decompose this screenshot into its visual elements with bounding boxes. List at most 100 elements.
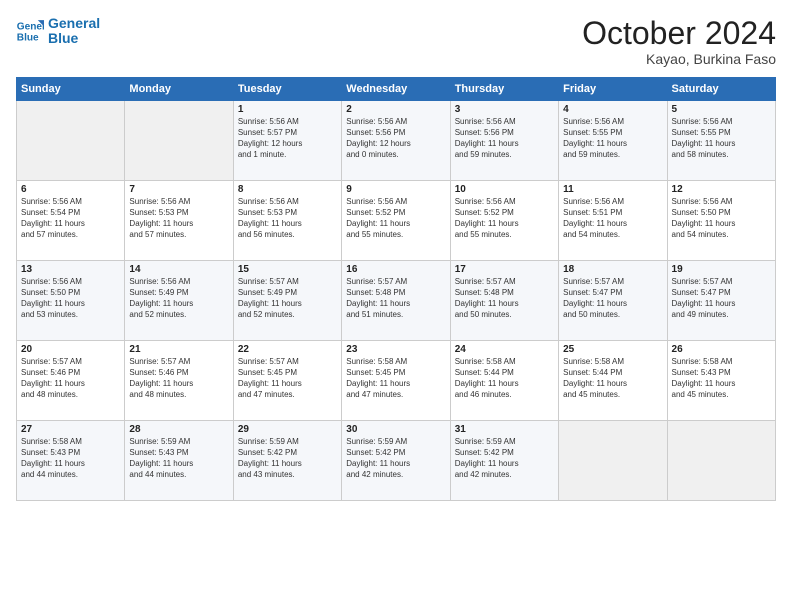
col-wednesday: Wednesday (342, 78, 450, 101)
day-info: Sunrise: 5:56 AM Sunset: 5:57 PM Dayligh… (238, 117, 337, 160)
week-row-1: 1 Sunrise: 5:56 AM Sunset: 5:57 PM Daylig… (17, 101, 776, 181)
day-cell: 27Sunrise: 5:58 AM Sunset: 5:43 PM Dayli… (17, 421, 125, 501)
day-cell: 18Sunrise: 5:57 AM Sunset: 5:47 PM Dayli… (559, 261, 667, 341)
day-info: Sunrise: 5:58 AM Sunset: 5:44 PM Dayligh… (455, 357, 554, 400)
day-info: Sunrise: 5:59 AM Sunset: 5:42 PM Dayligh… (346, 437, 445, 480)
day-cell: 30 Sunrise: 5:59 AM Sunset: 5:42 PM Dayli… (342, 421, 450, 501)
day-number: 7 (129, 184, 228, 195)
day-cell: 10Sunrise: 5:56 AM Sunset: 5:52 PM Dayli… (450, 181, 558, 261)
day-number: 1 (238, 104, 337, 115)
day-number: 19 (672, 264, 771, 275)
day-cell: 22 Sunrise: 5:57 AM Sunset: 5:45 PM Dayli… (233, 341, 341, 421)
day-number: 12 (672, 184, 771, 195)
day-cell: 17Sunrise: 5:57 AM Sunset: 5:48 PM Dayli… (450, 261, 558, 341)
logo-line1: General (48, 16, 100, 31)
col-sunday: Sunday (17, 78, 125, 101)
col-monday: Monday (125, 78, 233, 101)
day-number: 3 (455, 104, 554, 115)
calendar-table: Sunday Monday Tuesday Wednesday Thursday… (16, 77, 776, 501)
day-number: 4 (563, 104, 662, 115)
day-number: 14 (129, 264, 228, 275)
day-number: 11 (563, 184, 662, 195)
day-cell: 6Sunrise: 5:56 AM Sunset: 5:54 PM Daylig… (17, 181, 125, 261)
day-number: 5 (672, 104, 771, 115)
svg-text:General: General (17, 22, 44, 33)
day-number: 26 (672, 344, 771, 355)
day-info: Sunrise: 5:56 AM Sunset: 5:53 PM Dayligh… (238, 197, 337, 240)
day-cell: 7 Sunrise: 5:56 AM Sunset: 5:53 PM Daylig… (125, 181, 233, 261)
day-info: Sunrise: 5:56 AM Sunset: 5:52 PM Dayligh… (455, 197, 554, 240)
logo-line2: Blue (48, 31, 100, 46)
title-block: October 2024 Kayao, Burkina Faso (582, 16, 776, 67)
day-number: 30 (346, 424, 445, 435)
day-number: 17 (455, 264, 554, 275)
day-cell: 8 Sunrise: 5:56 AM Sunset: 5:53 PM Daylig… (233, 181, 341, 261)
day-cell: 9 Sunrise: 5:56 AM Sunset: 5:52 PM Daylig… (342, 181, 450, 261)
day-cell: 29Sunrise: 5:59 AM Sunset: 5:42 PM Dayli… (233, 421, 341, 501)
day-number: 31 (455, 424, 554, 435)
header-row: Sunday Monday Tuesday Wednesday Thursday… (17, 78, 776, 101)
day-cell: 28 Sunrise: 5:59 AM Sunset: 5:43 PM Dayli… (125, 421, 233, 501)
day-cell: 13 Sunrise: 5:56 AM Sunset: 5:50 PM Dayli… (17, 261, 125, 341)
day-number: 21 (129, 344, 228, 355)
week-row-2: 6Sunrise: 5:56 AM Sunset: 5:54 PM Daylig… (17, 181, 776, 261)
day-cell: 25 Sunrise: 5:58 AM Sunset: 5:44 PM Dayli… (559, 341, 667, 421)
day-info: Sunrise: 5:56 AM Sunset: 5:50 PM Dayligh… (21, 277, 120, 320)
day-info: Sunrise: 5:56 AM Sunset: 5:55 PM Dayligh… (563, 117, 662, 160)
header: General Blue General Blue October 2024 K… (16, 16, 776, 67)
day-info: Sunrise: 5:58 AM Sunset: 5:43 PM Dayligh… (21, 437, 120, 480)
week-row-4: 20 Sunrise: 5:57 AM Sunset: 5:46 PM Dayli… (17, 341, 776, 421)
col-friday: Friday (559, 78, 667, 101)
day-info: Sunrise: 5:59 AM Sunset: 5:42 PM Dayligh… (455, 437, 554, 480)
day-info: Sunrise: 5:59 AM Sunset: 5:42 PM Dayligh… (238, 437, 337, 480)
logo: General Blue General Blue (16, 16, 100, 47)
day-number: 23 (346, 344, 445, 355)
day-info: Sunrise: 5:57 AM Sunset: 5:45 PM Dayligh… (238, 357, 337, 400)
day-info: Sunrise: 5:56 AM Sunset: 5:49 PM Dayligh… (129, 277, 228, 320)
day-cell: 14 Sunrise: 5:56 AM Sunset: 5:49 PM Dayli… (125, 261, 233, 341)
day-cell: 5 Sunrise: 5:56 AM Sunset: 5:55 PM Daylig… (667, 101, 775, 181)
day-info: Sunrise: 5:57 AM Sunset: 5:49 PM Dayligh… (238, 277, 337, 320)
day-info: Sunrise: 5:56 AM Sunset: 5:52 PM Dayligh… (346, 197, 445, 240)
day-info: Sunrise: 5:56 AM Sunset: 5:50 PM Dayligh… (672, 197, 771, 240)
day-number: 22 (238, 344, 337, 355)
day-cell: 20 Sunrise: 5:57 AM Sunset: 5:46 PM Dayli… (17, 341, 125, 421)
day-cell: 15Sunrise: 5:57 AM Sunset: 5:49 PM Dayli… (233, 261, 341, 341)
day-number: 16 (346, 264, 445, 275)
day-number: 25 (563, 344, 662, 355)
day-number: 9 (346, 184, 445, 195)
day-cell: 4 Sunrise: 5:56 AM Sunset: 5:55 PM Daylig… (559, 101, 667, 181)
day-number: 8 (238, 184, 337, 195)
day-cell: 23 Sunrise: 5:58 AM Sunset: 5:45 PM Dayli… (342, 341, 450, 421)
day-number: 2 (346, 104, 445, 115)
day-info: Sunrise: 5:57 AM Sunset: 5:47 PM Dayligh… (563, 277, 662, 320)
day-number: 28 (129, 424, 228, 435)
day-info: Sunrise: 5:56 AM Sunset: 5:53 PM Dayligh… (129, 197, 228, 240)
location: Kayao, Burkina Faso (582, 51, 776, 67)
day-info: Sunrise: 5:59 AM Sunset: 5:43 PM Dayligh… (129, 437, 228, 480)
day-info: Sunrise: 5:57 AM Sunset: 5:48 PM Dayligh… (346, 277, 445, 320)
col-saturday: Saturday (667, 78, 775, 101)
day-number: 24 (455, 344, 554, 355)
day-cell (667, 421, 775, 501)
day-info: Sunrise: 5:56 AM Sunset: 5:51 PM Dayligh… (563, 197, 662, 240)
day-cell: 11 Sunrise: 5:56 AM Sunset: 5:51 PM Dayli… (559, 181, 667, 261)
day-number: 20 (21, 344, 120, 355)
day-info: Sunrise: 5:58 AM Sunset: 5:45 PM Dayligh… (346, 357, 445, 400)
day-cell: 1 Sunrise: 5:56 AM Sunset: 5:57 PM Daylig… (233, 101, 341, 181)
day-info: Sunrise: 5:57 AM Sunset: 5:46 PM Dayligh… (21, 357, 120, 400)
day-cell (125, 101, 233, 181)
day-cell (559, 421, 667, 501)
week-row-3: 13 Sunrise: 5:56 AM Sunset: 5:50 PM Dayli… (17, 261, 776, 341)
day-info: Sunrise: 5:56 AM Sunset: 5:55 PM Dayligh… (672, 117, 771, 160)
day-info: Sunrise: 5:57 AM Sunset: 5:47 PM Dayligh… (672, 277, 771, 320)
day-cell: 3Sunrise: 5:56 AM Sunset: 5:56 PM Daylig… (450, 101, 558, 181)
day-cell: 31 Sunrise: 5:59 AM Sunset: 5:42 PM Dayli… (450, 421, 558, 501)
week-row-5: 27Sunrise: 5:58 AM Sunset: 5:43 PM Dayli… (17, 421, 776, 501)
day-cell: 19 Sunrise: 5:57 AM Sunset: 5:47 PM Dayli… (667, 261, 775, 341)
day-number: 13 (21, 264, 120, 275)
day-info: Sunrise: 5:56 AM Sunset: 5:54 PM Dayligh… (21, 197, 120, 240)
col-tuesday: Tuesday (233, 78, 341, 101)
day-cell: 16 Sunrise: 5:57 AM Sunset: 5:48 PM Dayli… (342, 261, 450, 341)
day-info: Sunrise: 5:58 AM Sunset: 5:44 PM Dayligh… (563, 357, 662, 400)
